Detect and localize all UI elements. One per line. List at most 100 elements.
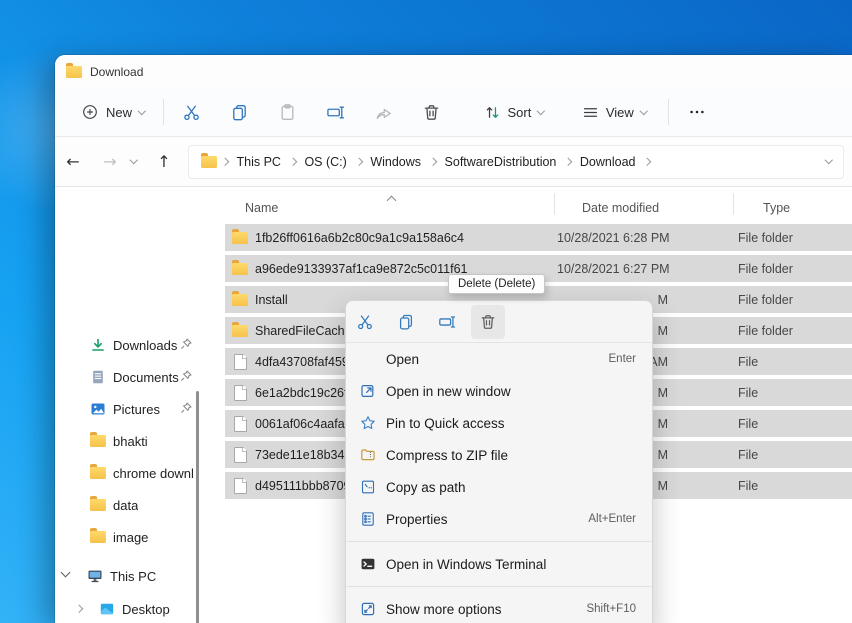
menu-item-properties[interactable]: Properties Alt+Enter — [346, 503, 652, 535]
copy-button[interactable] — [222, 94, 258, 130]
column-header-type[interactable]: Type — [763, 201, 790, 215]
menu-separator — [347, 586, 651, 587]
delete-tooltip: Delete (Delete) — [448, 274, 545, 294]
delete-button[interactable] — [414, 94, 450, 130]
tab-title: Download — [90, 65, 143, 79]
file-type: File — [738, 448, 758, 462]
delete-icon — [479, 313, 497, 331]
paste-icon — [278, 103, 297, 122]
file-icon — [234, 447, 247, 463]
column-divider[interactable] — [733, 193, 734, 215]
plus-circle-icon — [81, 103, 99, 121]
no-icon — [360, 351, 378, 367]
menu-item-open-in-new-window[interactable]: Open in new window — [346, 375, 652, 407]
column-header-name[interactable]: Name — [245, 201, 278, 215]
file-name: 1fb26ff0616a6b2c80c9a1c9a158a6c4 — [255, 231, 464, 245]
rename-icon — [326, 103, 345, 122]
breadcrumb-softwaredistribution[interactable]: SoftwareDistribution — [439, 152, 563, 172]
rename-button[interactable] — [430, 305, 464, 339]
file-name: a96ede9133937af1ca9e872c5c011f61 — [255, 262, 467, 276]
column-headers: Name Date modified Type — [225, 188, 852, 220]
share-button[interactable] — [366, 94, 402, 130]
column-header-date-modified[interactable]: Date modified — [582, 201, 659, 215]
view-button[interactable]: View — [574, 98, 654, 127]
context-menu-quick-actions — [346, 301, 652, 343]
breadcrumb-os-c[interactable]: OS (C:) — [298, 152, 352, 172]
menu-item-open[interactable]: Open Enter — [346, 343, 652, 375]
file-type: File folder — [738, 231, 793, 245]
menu-item-copy-as-path[interactable]: Copy as path — [346, 471, 652, 503]
menu-item-label: Compress to ZIP file — [386, 448, 508, 463]
breadcrumb-separator — [356, 159, 362, 165]
folder-icon — [232, 232, 248, 244]
file-name: 0061af06c4aafac5 — [255, 417, 358, 431]
delete-button[interactable] — [471, 305, 505, 339]
window-tab[interactable]: Download — [66, 65, 143, 79]
menu-item-compress-to-zip[interactable]: Compress to ZIP file — [346, 439, 652, 471]
file-name: SharedFileCache — [255, 324, 352, 338]
back-button[interactable]: ← — [59, 148, 87, 176]
ellipsis-icon — [688, 103, 706, 121]
sort-button[interactable]: Sort — [476, 98, 552, 127]
chevron-right-icon — [75, 605, 83, 613]
chevron-down-icon — [61, 568, 71, 578]
folder-icon — [232, 325, 248, 337]
breadcrumb-windows[interactable]: Windows — [364, 152, 427, 172]
document-icon — [90, 369, 106, 385]
chevron-down-icon — [130, 156, 138, 164]
folder-icon — [90, 499, 106, 511]
menu-item-open-in-windows-terminal[interactable]: Open in Windows Terminal — [346, 548, 652, 580]
folder-icon — [90, 531, 106, 543]
column-divider[interactable] — [554, 193, 555, 215]
pictures-icon — [90, 401, 106, 417]
address-dropdown-icon[interactable] — [824, 155, 832, 163]
breadcrumb-separator — [565, 159, 571, 165]
desktop-background: Download New — [0, 0, 852, 623]
forward-button[interactable]: → — [96, 148, 124, 176]
menu-item-shortcut: Alt+Enter — [588, 513, 636, 525]
more-options-button[interactable] — [679, 94, 715, 130]
folder-icon — [232, 263, 248, 275]
terminal-icon — [360, 556, 378, 572]
copy-button[interactable] — [389, 305, 423, 339]
menu-item-pin-to-quick-access[interactable]: Pin to Quick access — [346, 407, 652, 439]
address-bar[interactable]: This PC OS (C:) Windows SoftwareDistribu… — [188, 145, 844, 179]
new-label: New — [106, 105, 132, 120]
breadcrumb-this-pc[interactable]: This PC — [231, 152, 287, 172]
file-icon — [234, 385, 247, 401]
sidebar-label: This PC — [110, 569, 156, 584]
file-type: File — [738, 386, 758, 400]
file-row[interactable]: 1fb26ff0616a6b2c80c9a1c9a158a6c4 10/28/2… — [225, 224, 852, 251]
new-button[interactable]: New — [73, 97, 153, 127]
location-folder-icon — [201, 156, 217, 168]
menu-item-label: Copy as path — [386, 480, 466, 495]
cut-button[interactable] — [174, 94, 210, 130]
breadcrumb-download[interactable]: Download — [574, 152, 642, 172]
copy-path-icon — [360, 479, 378, 495]
toolbar-divider — [163, 99, 164, 125]
paste-button[interactable] — [270, 94, 306, 130]
sidebar-label: data — [113, 498, 138, 513]
recent-locations-button[interactable] — [124, 148, 144, 176]
chevron-down-icon — [640, 107, 648, 115]
file-name: Install — [255, 293, 288, 307]
rename-button[interactable] — [318, 94, 354, 130]
folder-icon — [232, 294, 248, 306]
file-name: d495111bbb8709e — [255, 479, 357, 493]
cut-icon — [356, 313, 374, 331]
up-button[interactable]: ↑ — [150, 148, 178, 176]
menu-item-show-more-options[interactable]: Show more options Shift+F10 — [346, 593, 652, 623]
this-pc-icon — [87, 568, 103, 584]
file-type: File — [738, 355, 758, 369]
cut-button[interactable] — [348, 305, 382, 339]
pin-icon — [180, 338, 192, 350]
delete-icon — [422, 103, 441, 122]
menu-item-label: Open in Windows Terminal — [386, 557, 546, 572]
command-toolbar: New — [55, 88, 852, 137]
folder-icon — [66, 66, 82, 78]
sidebar-scrollbar[interactable] — [196, 391, 199, 623]
file-type: File folder — [738, 324, 793, 338]
file-name: 73ede11e18b3425 — [255, 448, 358, 462]
file-name: 4dfa43708faf4597 — [255, 355, 356, 369]
file-icon — [234, 354, 247, 370]
